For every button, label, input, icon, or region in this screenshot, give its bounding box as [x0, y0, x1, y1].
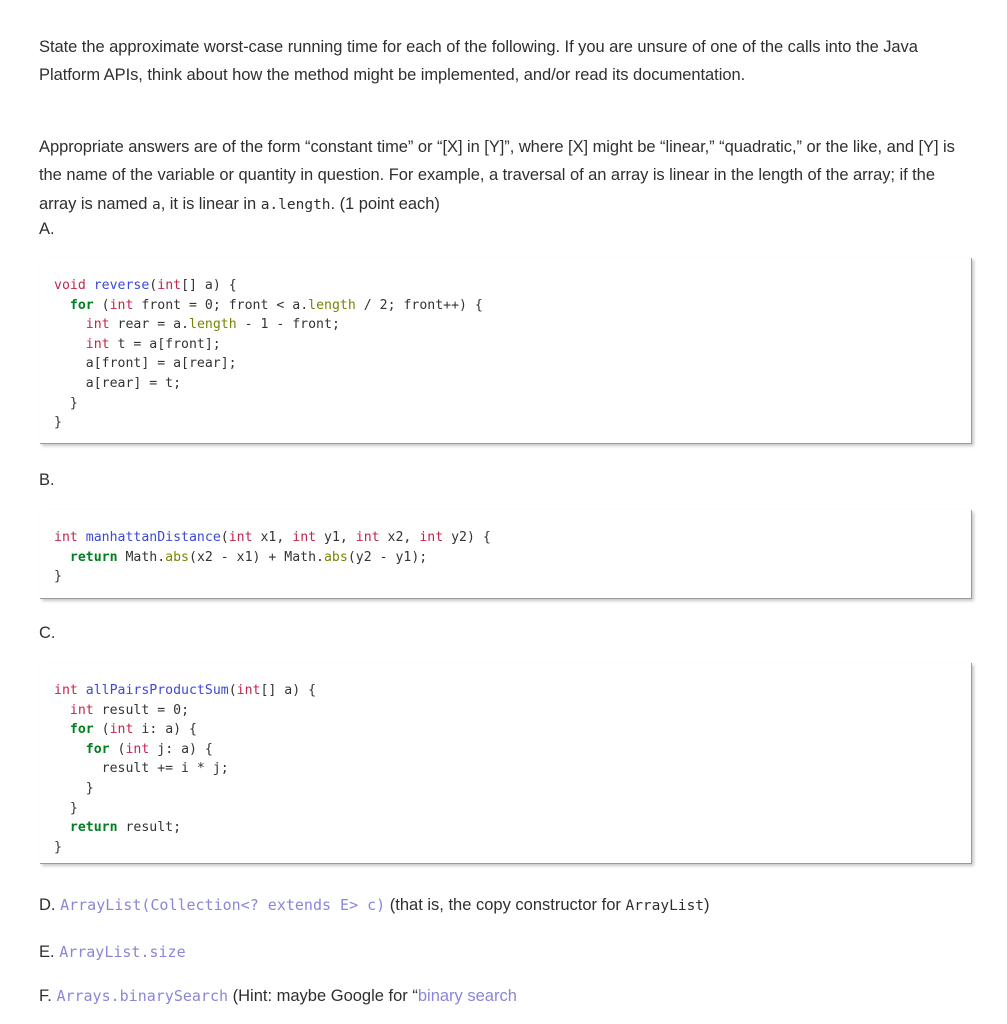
answer-format-text-3: . (1 point each): [330, 194, 440, 213]
code-block-a: void reverse(int[] a) { for (int front =…: [40, 258, 972, 444]
code-ref-arraylist: ArrayList: [625, 898, 705, 914]
code-block-b: int manhattanDistance(int x1, int y1, in…: [40, 510, 972, 599]
list-item-d-text-tail: ): [704, 896, 710, 914]
section-label-a: A.: [39, 220, 55, 238]
code-ref-arraylist-constructor: ArrayList(Collection<? extends E> c): [60, 896, 386, 914]
section-label-c: C.: [39, 624, 56, 642]
list-item-f-letter: F.: [39, 987, 52, 1005]
code-block-a-content: void reverse(int[] a) { for (int front =…: [54, 278, 483, 431]
section-label-b: B.: [39, 471, 55, 489]
list-item-f: F. Arrays.binarySearch (Hint: maybe Goog…: [39, 984, 979, 1008]
list-item-d-text: (that is, the copy constructor for: [385, 896, 626, 914]
list-item-e: E. ArrayList.size: [39, 940, 979, 964]
code-ref-arrays-binarysearch: Arrays.binarySearch: [56, 987, 229, 1005]
code-block-c-content: int allPairsProductSum(int[] a) { int re…: [54, 683, 317, 855]
list-item-d-letter: D.: [39, 896, 56, 914]
document-page: State the approximate worst-case running…: [0, 0, 1007, 1024]
inline-code-array-name: a: [151, 196, 161, 213]
code-ref-arraylist-size: ArrayList.size: [59, 943, 186, 961]
answer-format-text-2: , it is linear in: [160, 194, 261, 213]
binary-search-link[interactable]: binary search: [418, 987, 517, 1005]
answer-format-paragraph: Appropriate answers are of the form “con…: [39, 133, 969, 220]
code-block-c: int allPairsProductSum(int[] a) { int re…: [40, 663, 972, 864]
list-item-e-letter: E.: [39, 943, 55, 961]
list-item-f-text: (Hint: maybe Google for “: [228, 987, 418, 1005]
list-item-d: D. ArrayList(Collection<? extends E> c) …: [39, 893, 979, 918]
intro-paragraph: State the approximate worst-case running…: [39, 37, 918, 85]
inline-code-a-length: a.length: [260, 196, 331, 213]
code-block-b-content: int manhattanDistance(int x1, int y1, in…: [54, 530, 491, 585]
